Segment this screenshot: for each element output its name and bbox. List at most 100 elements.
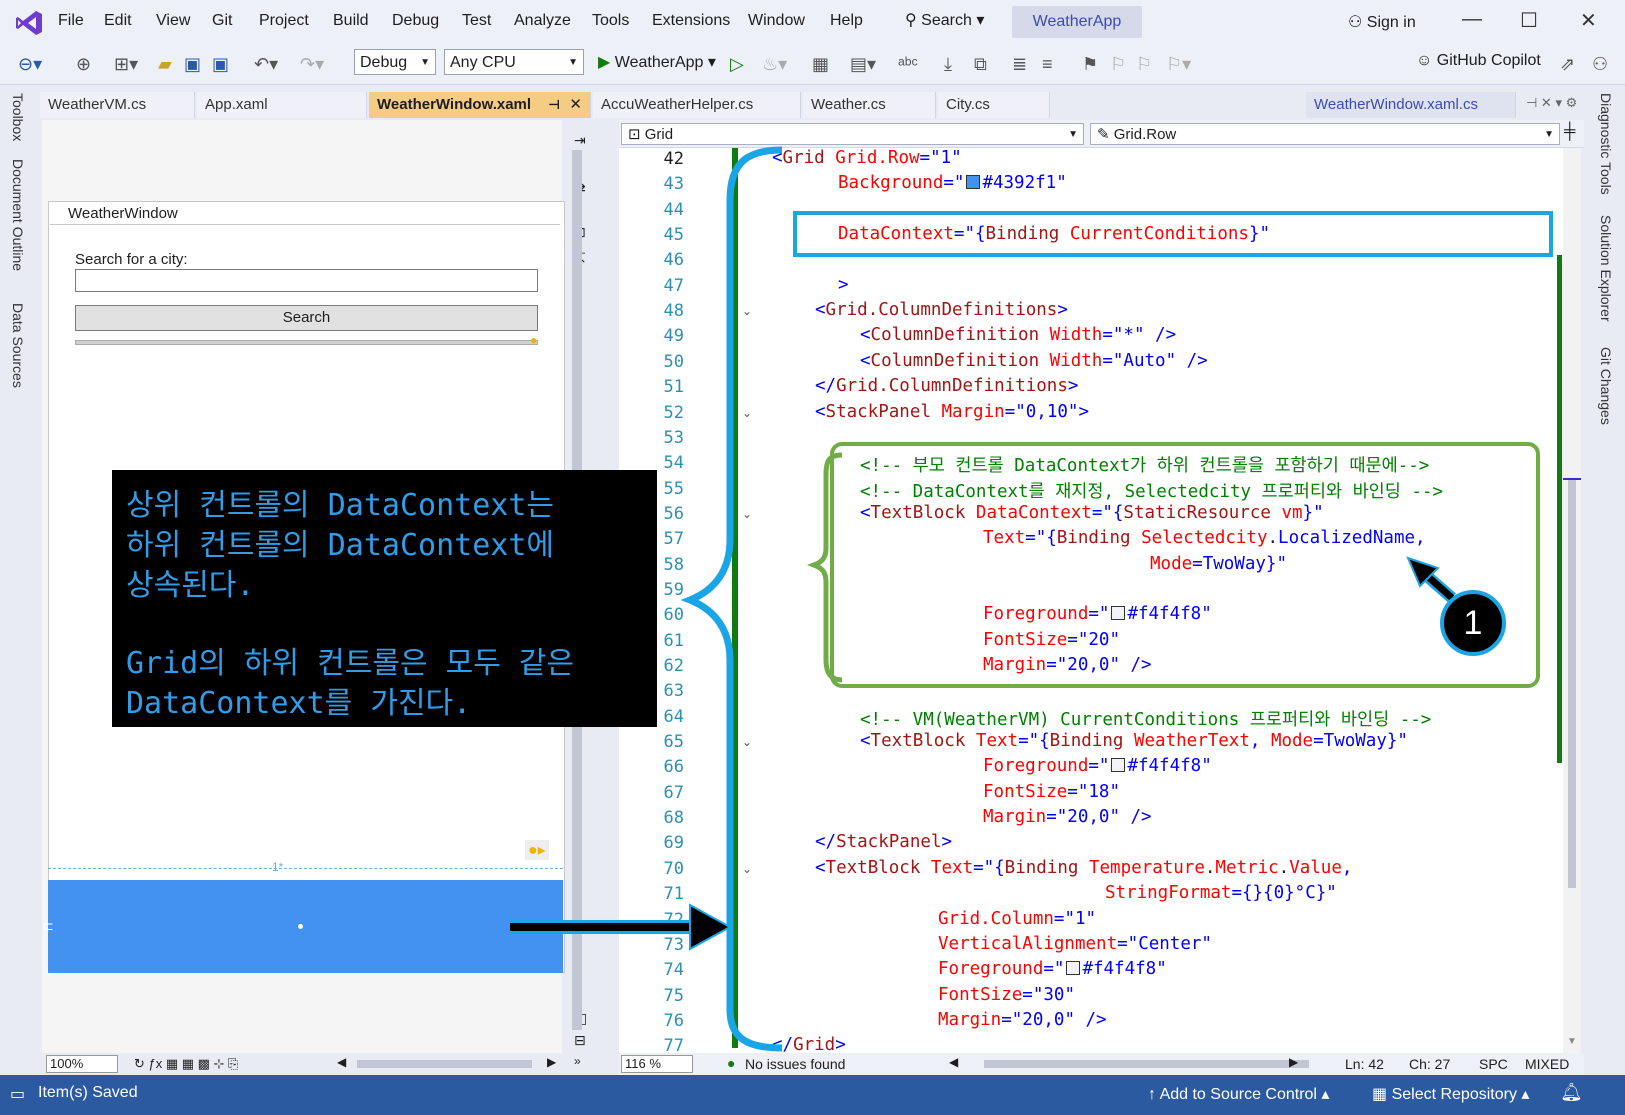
uncomment-icon[interactable]: ≡ <box>1042 54 1053 75</box>
feedback-icon[interactable]: ⚇ <box>1592 54 1608 75</box>
color-swatch[interactable] <box>966 175 981 190</box>
toolbox-tab[interactable]: Toolbox <box>10 93 26 141</box>
scroll-left-icon[interactable]: ◀ <box>949 1055 958 1069</box>
menu-tools[interactable]: Tools <box>592 12 629 30</box>
code-line[interactable]: Margin="20,0" /> <box>938 1010 1107 1030</box>
start-debugging-button[interactable]: ▶ WeatherApp ▾ <box>598 52 716 72</box>
expand-pane-icon[interactable]: » <box>574 1054 581 1068</box>
refresh-icon[interactable]: ↻ ƒx ▦ ▦ ▩ ⊹ ⎘ <box>134 1056 238 1072</box>
next-bookmark-icon[interactable]: ⚐ <box>1136 54 1152 75</box>
color-swatch[interactable] <box>1066 961 1081 976</box>
property-dropdown[interactable]: ✎ Grid.Row ▼ <box>1090 123 1560 145</box>
bookmark-icon[interactable]: ⚑ <box>1082 54 1098 75</box>
solution-explorer-tab[interactable]: Solution Explorer <box>1598 215 1614 322</box>
tab-actions-icon[interactable]: ⊣ ✕ ▾ ⚙ <box>1526 95 1577 111</box>
close-icon[interactable]: ✕ <box>1580 8 1597 33</box>
menu-debug[interactable]: Debug <box>392 12 439 30</box>
horizontal-split-icon[interactable]: ⊟ <box>574 1032 586 1049</box>
code-line[interactable]: Grid.Column="1" <box>938 909 1096 929</box>
minimize-icon[interactable]: — <box>1462 8 1482 31</box>
tab-weather-cs[interactable]: Weather.cs <box>803 92 936 118</box>
editor-vscroll-thumb[interactable] <box>1568 478 1576 888</box>
tab-city-cs[interactable]: City.cs <box>938 92 1050 118</box>
save-icon[interactable]: ▣ <box>184 54 201 75</box>
fold-toggle-icon[interactable]: ⌄ <box>742 862 752 876</box>
spell-check-icon[interactable]: ᵃᵇᶜ <box>898 54 918 75</box>
code-line[interactable]: Background=" #4392f1" <box>838 173 1067 193</box>
fold-toggle-icon[interactable]: ⌄ <box>742 507 752 521</box>
maximize-icon[interactable]: ☐ <box>1520 8 1538 33</box>
platform-dropdown[interactable]: Any CPU ▼ <box>444 49 584 75</box>
open-folder-icon[interactable]: ▰ <box>158 54 172 75</box>
undo-icon[interactable]: ↶▾ <box>254 54 278 75</box>
editor-zoom-dropdown[interactable]: 116 % <box>621 1055 693 1073</box>
resize-handle-icon[interactable]: ⊂ <box>42 918 54 935</box>
menu-project[interactable]: Project <box>259 12 309 30</box>
share-icon[interactable]: ⇗ <box>1560 54 1575 75</box>
lightbulb-icon[interactable]: ● <box>530 333 537 347</box>
element-dropdown[interactable]: ⊡ Grid ▼ <box>621 123 1084 145</box>
clear-bookmarks-icon[interactable]: ⚐▾ <box>1166 54 1191 75</box>
solution-explorer-icon[interactable]: ▦ <box>812 54 829 75</box>
menu-help[interactable]: Help <box>830 12 863 30</box>
menu-window[interactable]: Window <box>748 12 805 30</box>
code-line[interactable]: FontSize="18" <box>983 782 1120 802</box>
menu-analyze[interactable]: Analyze <box>514 12 571 30</box>
code-line[interactable]: Foreground=" #f4f4f8" <box>938 959 1167 979</box>
code-line[interactable]: VerticalAlignment="Center" <box>938 934 1212 954</box>
fold-toggle-icon[interactable]: ⌄ <box>742 735 752 749</box>
visual-studio-logo-icon[interactable] <box>14 8 44 38</box>
menu-git[interactable]: Git <box>212 12 232 30</box>
code-line[interactable]: <!-- VM(WeatherVM) CurrentConditions 프로퍼… <box>860 706 1431 731</box>
select-repository-button[interactable]: ▦ Select Repository ▴ <box>1372 1084 1529 1104</box>
code-line[interactable]: FontSize="30" <box>938 985 1075 1005</box>
start-without-debugging-icon[interactable]: ▷ <box>730 54 744 75</box>
new-project-icon[interactable]: ⊞▾ <box>114 54 138 75</box>
tab-app-xaml[interactable]: App.xaml <box>197 92 367 118</box>
copy-icon[interactable]: ⧉ <box>974 54 987 75</box>
color-swatch[interactable] <box>1111 758 1126 773</box>
code-line[interactable]: <TextBlock Text="{Binding Temperature.Me… <box>815 858 1352 878</box>
search-menu[interactable]: ⚲ Search ▾ <box>905 10 984 30</box>
close-tab-icon[interactable]: ✕ <box>569 92 582 118</box>
designer-zoom-dropdown[interactable]: 100% <box>46 1055 118 1073</box>
document-outline-tab[interactable]: Document Outline <box>10 159 26 271</box>
configuration-dropdown[interactable]: Debug ▼ <box>354 49 436 75</box>
code-line[interactable]: Foreground=" #f4f4f8" <box>983 756 1212 776</box>
scroll-right-icon[interactable]: ▶ <box>547 1055 556 1069</box>
add-to-source-control-button[interactable]: ↑ Add to Source Control ▴ <box>1148 1084 1329 1104</box>
code-line[interactable]: StringFormat={}{0}°C}" <box>1105 883 1337 903</box>
code-line[interactable]: Margin="20,0" /> <box>983 807 1152 827</box>
city-search-input[interactable] <box>75 269 538 292</box>
whitespace-indicator[interactable]: SPC <box>1479 1056 1508 1072</box>
back-icon[interactable]: ⊖▾ <box>18 54 42 75</box>
layout-icon[interactable]: ▤▾ <box>850 54 876 75</box>
menu-test[interactable]: Test <box>462 12 491 30</box>
tab-preview-code-behind[interactable]: WeatherWindow.xaml.cs <box>1306 92 1516 118</box>
code-line[interactable]: <Grid.ColumnDefinitions> <box>815 300 1068 320</box>
fold-toggle-icon[interactable]: ⌄ <box>742 304 752 318</box>
menu-edit[interactable]: Edit <box>104 12 132 30</box>
comment-icon[interactable]: ≣ <box>1012 54 1027 75</box>
quick-actions-icon[interactable]: ●▸ <box>525 840 549 860</box>
menu-build[interactable]: Build <box>333 12 369 30</box>
line-indicator[interactable]: Ln: 42 <box>1345 1056 1384 1072</box>
designer-hscroll-thumb[interactable] <box>357 1060 532 1068</box>
code-line[interactable]: <Grid Grid.Row="1" <box>772 148 962 168</box>
hot-reload-icon[interactable]: ♨▾ <box>762 54 787 75</box>
pin-icon[interactable]: ⊣ <box>548 92 560 118</box>
editor-vscroll[interactable]: ▼ <box>1563 148 1581 1053</box>
code-line[interactable]: <StackPanel Margin="0,10"> <box>815 402 1089 422</box>
line-ending-indicator[interactable]: MIXED <box>1525 1056 1569 1072</box>
issues-indicator[interactable]: No issues found <box>745 1056 845 1072</box>
swap-panes-icon[interactable]: ⇥ <box>574 132 586 149</box>
step-icon[interactable]: ⤓ <box>944 54 952 75</box>
code-line[interactable]: </Grid.ColumnDefinitions> <box>815 376 1078 396</box>
scroll-right-icon[interactable]: ▶ <box>1289 1055 1298 1069</box>
code-line[interactable]: <TextBlock Text="{Binding WeatherText, M… <box>860 731 1408 751</box>
diagnostic-tools-tab[interactable]: Diagnostic Tools <box>1598 93 1614 195</box>
editor-hscroll-thumb[interactable] <box>984 1060 1309 1068</box>
notifications-icon[interactable]: 🔔︎ <box>1560 1082 1583 1103</box>
menu-file[interactable]: File <box>58 12 84 30</box>
tab-weathervm-cs[interactable]: WeatherVM.cs <box>40 92 195 118</box>
